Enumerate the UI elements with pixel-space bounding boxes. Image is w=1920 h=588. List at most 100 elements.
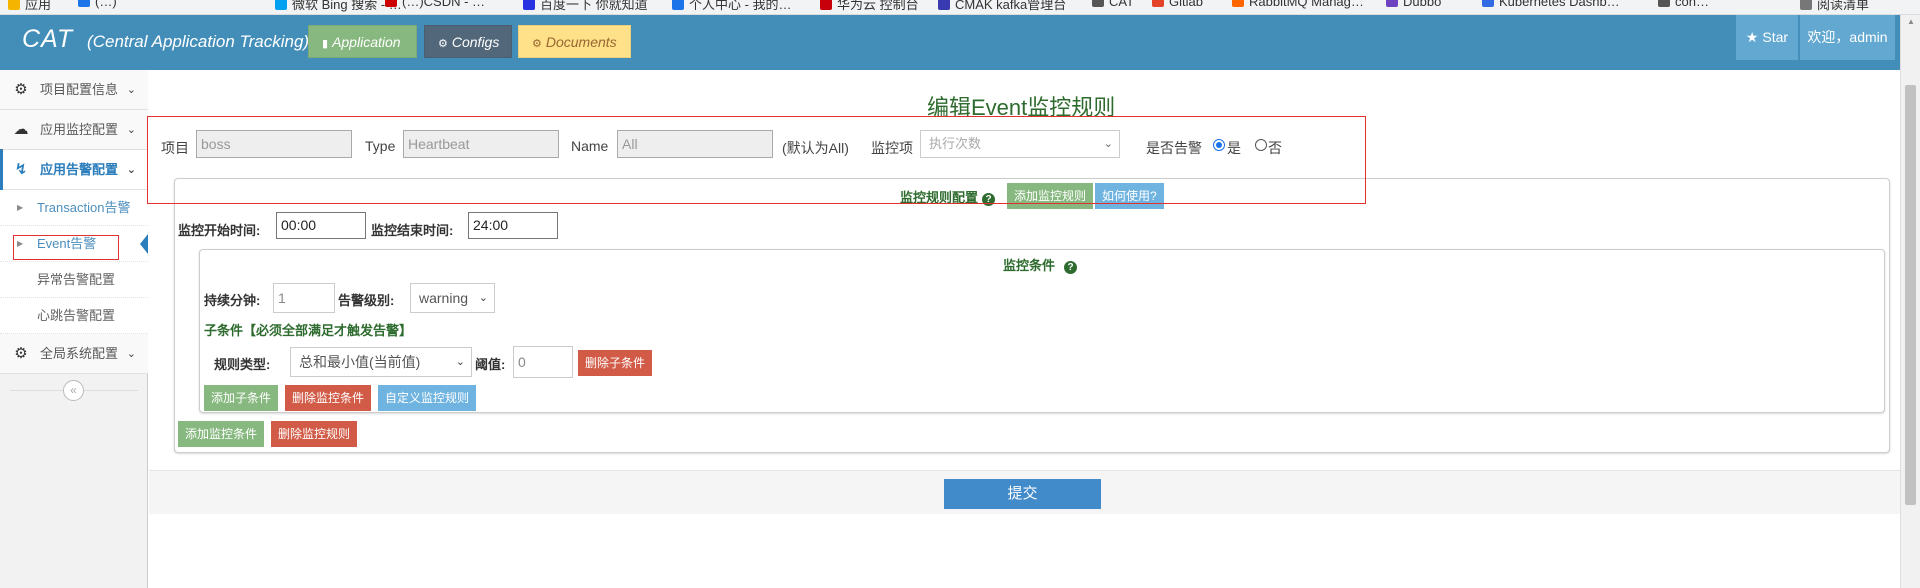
chevron-down-icon: ⌄ bbox=[455, 356, 465, 368]
bookmark-label: Dubbo bbox=[1403, 0, 1442, 9]
delete-subcondition-button[interactable]: 删除子条件 bbox=[578, 350, 653, 376]
collapse-icon[interactable]: « bbox=[63, 380, 84, 401]
threshold-input[interactable]: 0 bbox=[513, 346, 573, 378]
bookmark-label: 华为云 控制台 bbox=[837, 0, 919, 12]
chevron-down-icon: ⌄ bbox=[126, 348, 136, 360]
sidebar-subitem-transaction[interactable]: ▶ Transaction告警 bbox=[0, 190, 148, 226]
bookmark[interactable]: (…) bbox=[78, 0, 117, 9]
bookmark[interactable]: 个人中心 - 我的… bbox=[672, 0, 792, 13]
scrollbar-thumb[interactable] bbox=[1905, 85, 1916, 505]
configs-button[interactable]: ⚙ Configs bbox=[424, 25, 512, 58]
rule-panel: 监控规则配置? 添加监控规则 如何使用? 监控开始时间: 00:00 监控结束时… bbox=[174, 178, 1890, 453]
top-navbar: CAT (Central Application Tracking) ▮ Appl… bbox=[0, 15, 1900, 70]
start-time-input[interactable]: 00:00 bbox=[276, 212, 366, 239]
sidebar-subitem-label: 异常告警配置 bbox=[37, 272, 116, 287]
cloud-icon: ☁ bbox=[13, 121, 29, 138]
bookmark-label: con… bbox=[1675, 0, 1709, 9]
sidebar-item-label: 项目配置信息 bbox=[40, 82, 119, 97]
sidebar-subitem-heartbeat[interactable]: 心跳告警配置 bbox=[0, 298, 148, 334]
chevron-down-icon: ⌄ bbox=[126, 124, 136, 136]
bookmarks-bar: 应用 (…) 微软 Bing 搜索 - … (…)CSDN - … 百度一下 你… bbox=[0, 0, 1920, 15]
level-select[interactable]: warning ⌄ bbox=[410, 283, 495, 313]
brand-subtitle: (Central Application Tracking) bbox=[87, 32, 310, 51]
help-icon[interactable]: ? bbox=[1064, 261, 1078, 274]
level-label: 告警级别: bbox=[338, 293, 395, 308]
scroll-up-icon[interactable]: ▲ bbox=[1907, 17, 1915, 26]
bookmark[interactable]: Kubernetes Dashb… bbox=[1482, 0, 1620, 9]
bookmark[interactable]: Dubbo bbox=[1386, 0, 1441, 9]
rule-type-select-value: 总和最小值(当前值) bbox=[299, 354, 421, 370]
sidebar-item-app-alert[interactable]: ↯ 应用告警配置 ⌄ bbox=[0, 149, 148, 190]
bookmark[interactable]: CAT bbox=[1092, 0, 1134, 9]
highlight-box bbox=[13, 235, 119, 260]
welcome-text: 欢迎，admin bbox=[1807, 29, 1888, 45]
duration-input[interactable]: 1 bbox=[273, 283, 335, 313]
configs-label: Configs bbox=[451, 34, 500, 50]
sidebar-item-label: 全局系统配置 bbox=[40, 346, 119, 361]
bookmark-label: Kubernetes Dashb… bbox=[1499, 0, 1620, 9]
add-subcondition-button[interactable]: 添加子条件 bbox=[204, 385, 279, 411]
application-button[interactable]: ▮ Application bbox=[308, 25, 417, 58]
bookmark-label: (…) bbox=[95, 0, 117, 9]
brand[interactable]: CAT (Central Application Tracking) bbox=[22, 25, 309, 54]
sidebar-item-app-monitor[interactable]: ☁ 应用监控配置 ⌄ bbox=[0, 110, 148, 150]
bookmark-label: Gitlab bbox=[1169, 0, 1203, 9]
chevron-down-icon: ⌄ bbox=[478, 292, 488, 304]
sidebar-item-label: 应用告警配置 bbox=[40, 162, 119, 177]
chevron-down-icon: ⌄ bbox=[126, 164, 136, 176]
bookmark[interactable]: 阅读清单 bbox=[1800, 0, 1869, 13]
bookmark[interactable]: CMAK kafka管理台 bbox=[938, 0, 1066, 13]
add-condition-button[interactable]: 添加监控条件 bbox=[178, 421, 265, 447]
documents-button[interactable]: ⚙ Documents bbox=[518, 25, 631, 58]
level-select-value: warning bbox=[419, 290, 469, 306]
bookmark[interactable]: (…)CSDN - … bbox=[385, 0, 485, 9]
star-icon: ★ bbox=[1745, 29, 1759, 45]
gears-icon: ⚙ bbox=[532, 38, 542, 50]
condition-panel: 监控条件? 持续分钟: 1 告警级别: warning ⌄ 子条件【必须全部满足… bbox=[199, 249, 1885, 413]
bookmark[interactable]: 百度一下 你就知道 bbox=[523, 0, 648, 13]
sidebar-item-global-config[interactable]: ⚙ 全局系统配置 ⌄ bbox=[0, 334, 148, 374]
gear-icon: ⚙ bbox=[14, 345, 28, 362]
duration-label: 持续分钟: bbox=[204, 293, 261, 308]
bookmark-label: CAT bbox=[1109, 0, 1135, 9]
vertical-scrollbar[interactable]: ▲ bbox=[1900, 15, 1920, 588]
sidebar-item-project-config[interactable]: ⚙ 项目配置信息 ⌄ bbox=[0, 70, 148, 110]
delete-rule-button[interactable]: 删除监控规则 bbox=[271, 421, 358, 447]
star-button[interactable]: ★ Star bbox=[1736, 15, 1798, 60]
custom-rule-button[interactable]: 自定义监控规则 bbox=[378, 385, 477, 411]
bookmark-label: 阅读清单 bbox=[1817, 0, 1870, 12]
delete-condition-button[interactable]: 删除监控条件 bbox=[285, 385, 372, 411]
gears-icon: ⚙ bbox=[14, 81, 28, 98]
documents-label: Documents bbox=[545, 34, 617, 50]
bookmark-label: 百度一下 你就知道 bbox=[540, 0, 648, 12]
bolt-icon: ↯ bbox=[14, 161, 28, 178]
end-time-input[interactable]: 24:00 bbox=[468, 212, 558, 239]
signal-icon: ▮ bbox=[322, 38, 329, 50]
application-label: Application bbox=[332, 34, 401, 50]
bookmark[interactable]: con… bbox=[1658, 0, 1709, 9]
rule-type-label: 规则类型: bbox=[214, 357, 271, 372]
bookmark[interactable]: 华为云 控制台 bbox=[820, 0, 919, 13]
bookmark[interactable]: 微软 Bing 搜索 - … bbox=[275, 0, 402, 13]
caret-right-icon: ▶ bbox=[17, 203, 24, 212]
user-menu[interactable]: 欢迎，admin bbox=[1799, 15, 1895, 60]
submit-button[interactable]: 提交 bbox=[944, 479, 1101, 509]
bookmark[interactable]: RabbitMQ Manag… bbox=[1232, 0, 1364, 9]
threshold-label: 阈值: bbox=[475, 357, 506, 372]
bookmark-label: RabbitMQ Manag… bbox=[1249, 0, 1364, 9]
chevron-down-icon: ⌄ bbox=[126, 84, 136, 96]
condition-panel-title: 监控条件? bbox=[1003, 255, 1078, 274]
sidebar-subitem-exception[interactable]: 异常告警配置 bbox=[0, 262, 148, 298]
sidebar-subitem-label: 心跳告警配置 bbox=[37, 308, 116, 323]
end-time-label: 监控结束时间: bbox=[371, 223, 454, 238]
brand-title: CAT bbox=[22, 25, 74, 53]
bookmark-label: CMAK kafka管理台 bbox=[955, 0, 1067, 12]
bookmark[interactable]: Gitlab bbox=[1152, 0, 1203, 9]
bookmark[interactable]: 应用 bbox=[8, 0, 51, 13]
submit-bar: 提交 bbox=[149, 470, 1900, 514]
sidebar-collapse: « bbox=[0, 376, 148, 404]
sidebar: ⚙ 项目配置信息 ⌄ ☁ 应用监控配置 ⌄ ↯ 应用告警配置 ⌄ ▶ Transact… bbox=[0, 70, 148, 588]
bookmark-label: (…)CSDN - … bbox=[402, 0, 486, 9]
sidebar-item-label: 应用监控配置 bbox=[40, 122, 119, 137]
rule-type-select[interactable]: 总和最小值(当前值) ⌄ bbox=[290, 347, 472, 377]
